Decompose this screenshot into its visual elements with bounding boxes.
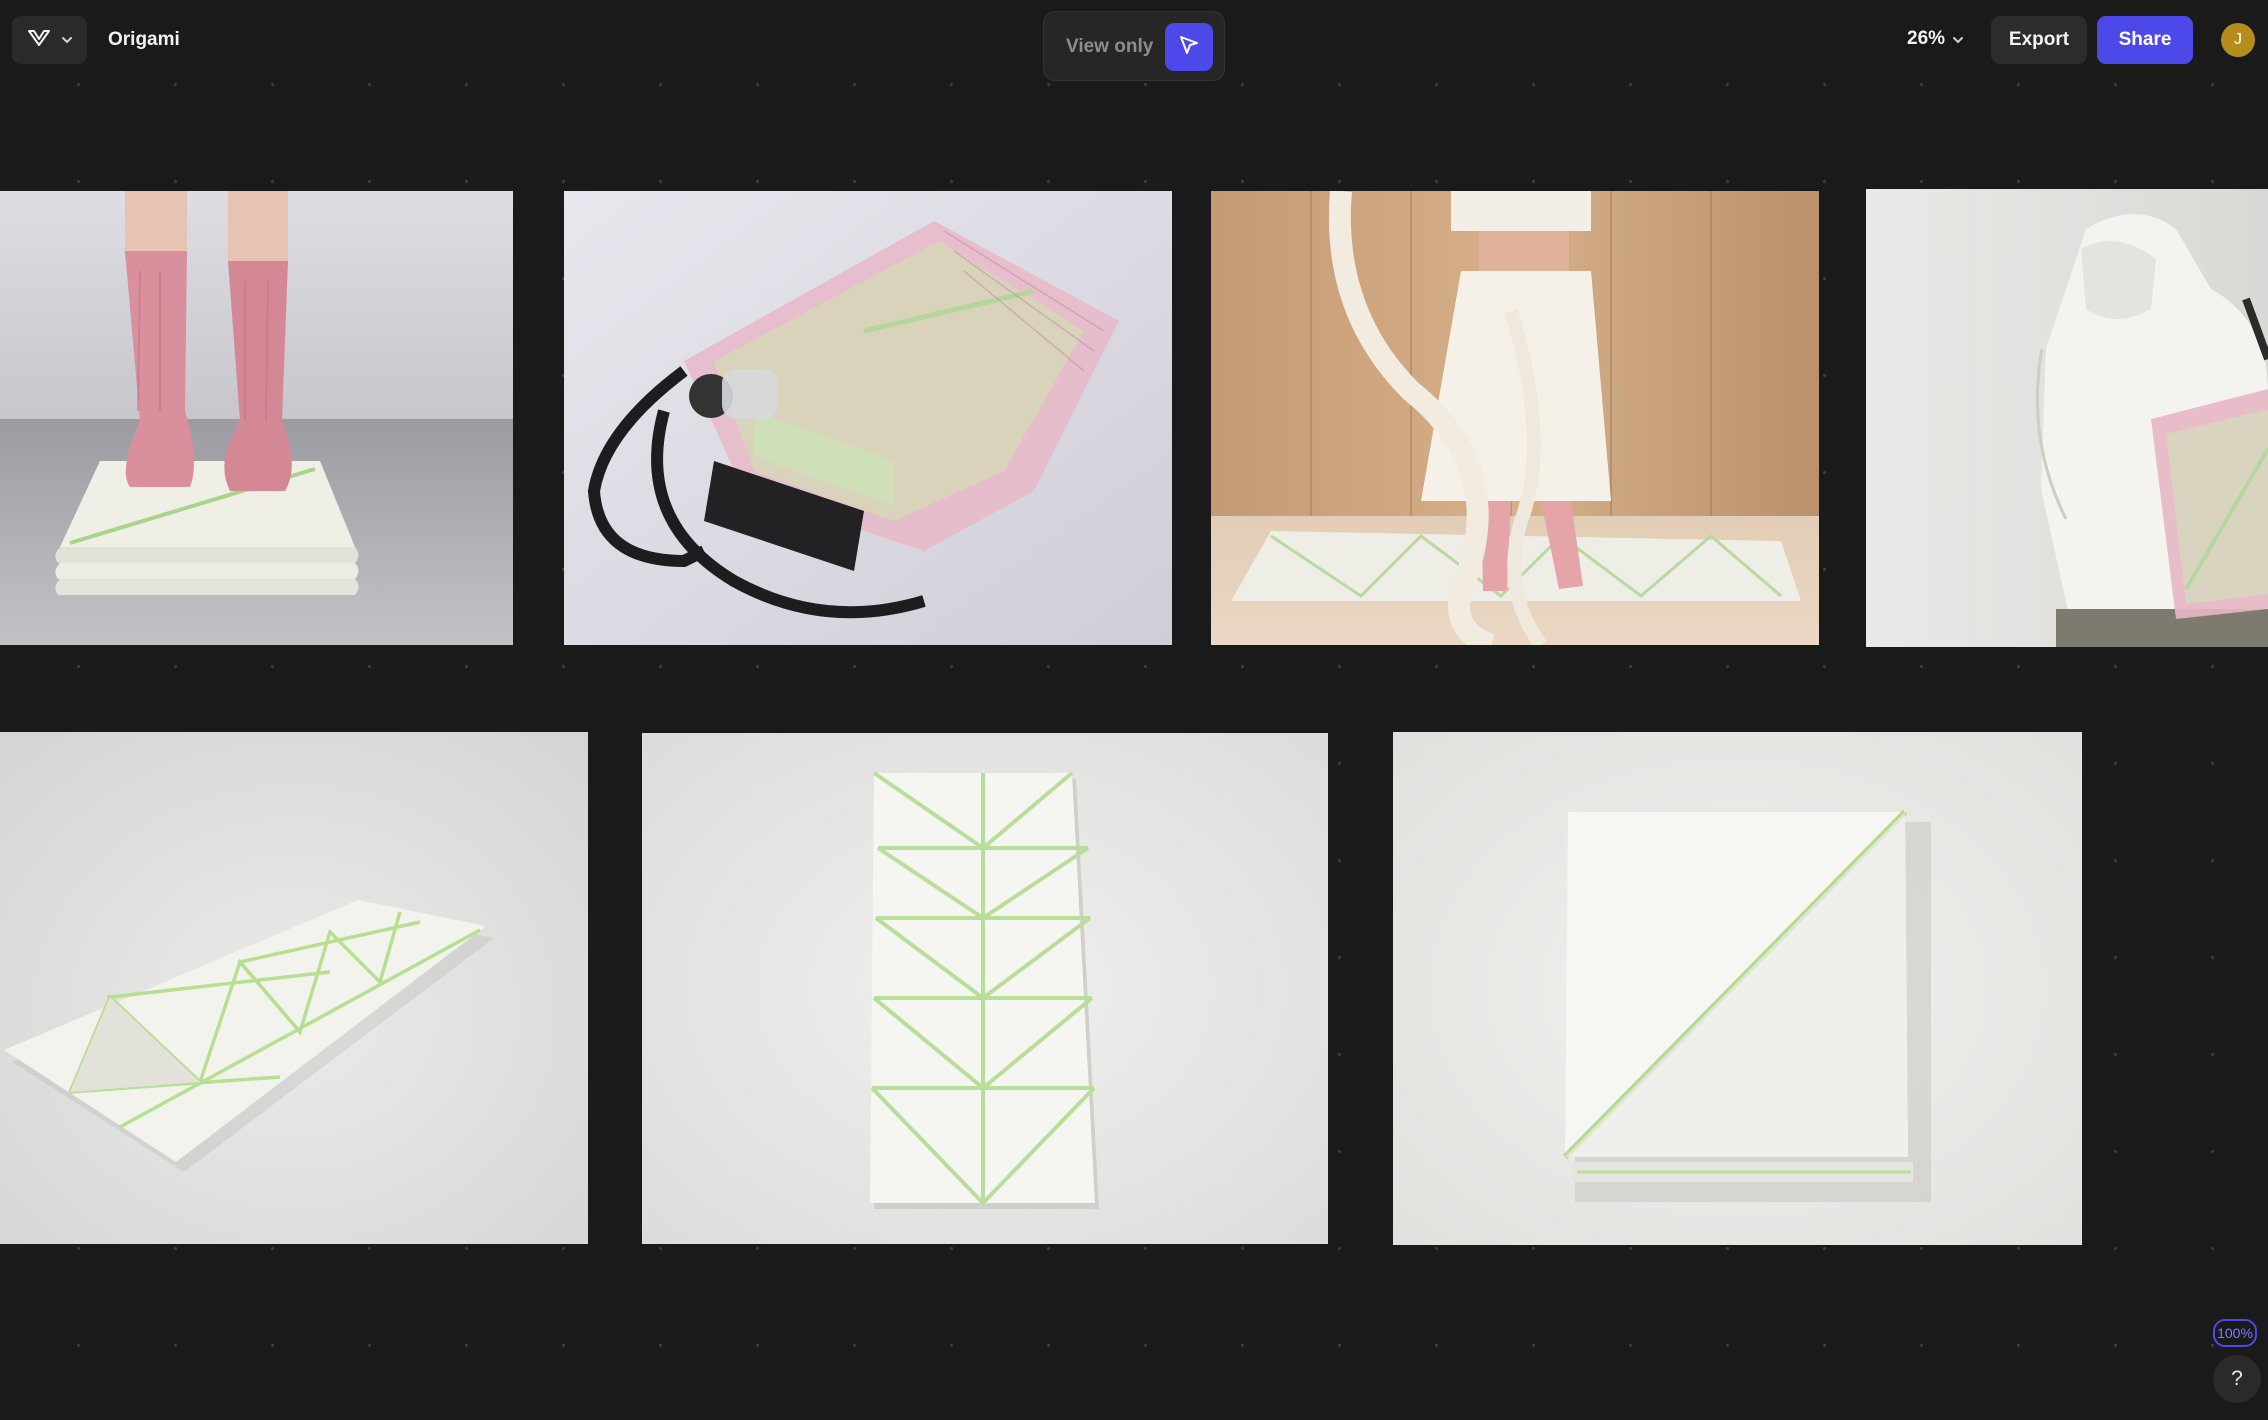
image-dancer-on-mat[interactable] <box>1211 191 1819 645</box>
chevron-down-icon <box>1952 27 1964 51</box>
logo-icon <box>27 28 51 53</box>
share-button[interactable]: Share <box>2097 16 2193 64</box>
view-only-toolbar: View only <box>1043 11 1225 81</box>
image-mat-angled[interactable] <box>0 732 588 1244</box>
image-mesh-tote-bag[interactable] <box>564 191 1172 645</box>
image-socks-on-folded-mat[interactable] <box>0 191 513 645</box>
cursor-tool-button[interactable] <box>1165 23 1213 71</box>
avatar[interactable]: J <box>2221 23 2255 57</box>
cursor-arrow-icon <box>1177 33 1201 62</box>
export-button[interactable]: Export <box>1991 16 2087 64</box>
zoom-indicator: 100% <box>2213 1319 2257 1347</box>
image-mat-flat-top-view[interactable] <box>642 733 1328 1244</box>
image-mat-folded-square[interactable] <box>1393 732 2082 1245</box>
view-only-label: View only <box>1066 36 1154 57</box>
zoom-level: 26% <box>1907 28 1946 49</box>
image-person-with-mat-bag[interactable] <box>1866 189 2268 647</box>
zoom-dropdown[interactable]: 26% <box>1907 27 1964 51</box>
file-title: Origami <box>108 29 180 50</box>
app-menu-button[interactable] <box>12 16 87 64</box>
chevron-down-icon <box>61 31 73 49</box>
help-button[interactable]: ? <box>2213 1355 2261 1403</box>
